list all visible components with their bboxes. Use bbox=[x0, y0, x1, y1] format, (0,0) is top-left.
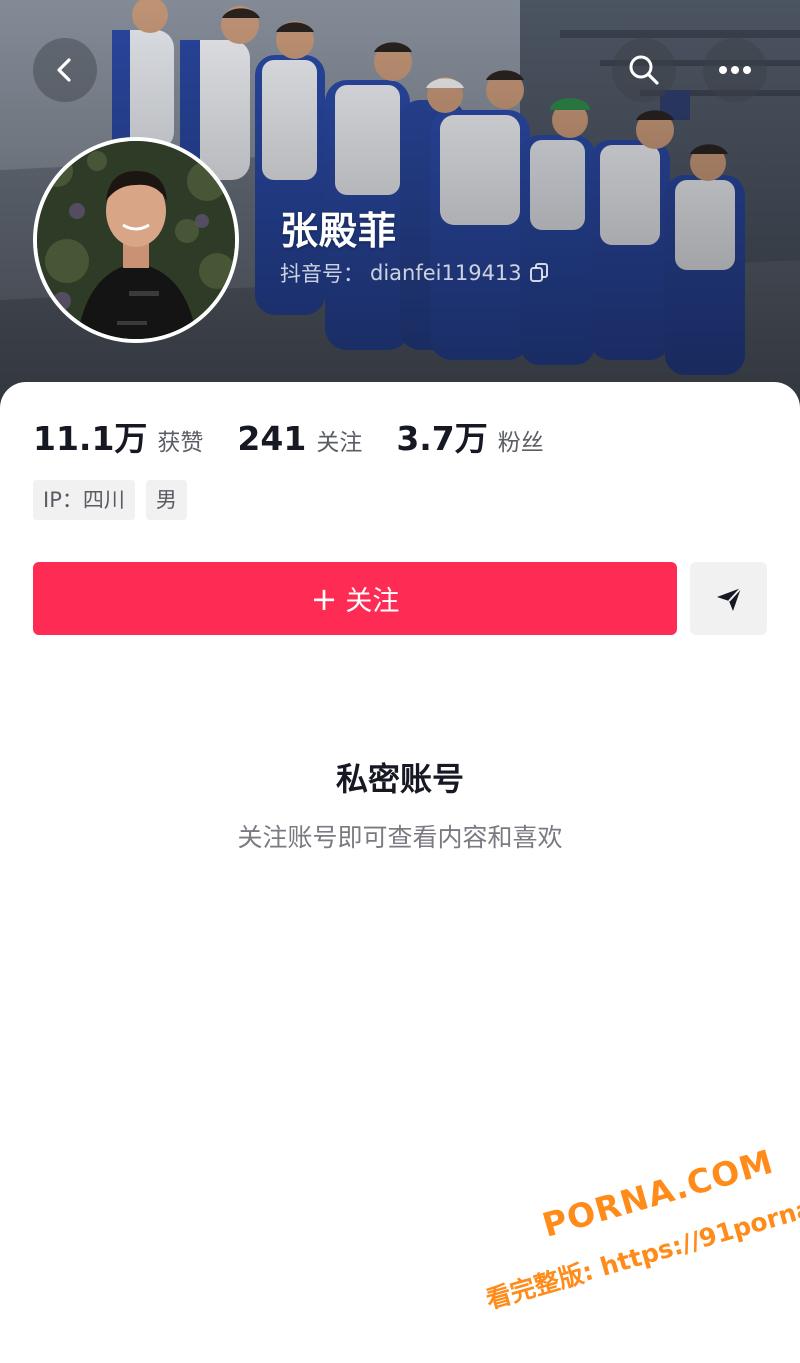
search-button[interactable] bbox=[612, 38, 676, 102]
private-account-subtitle: 关注账号即可查看内容和喜欢 bbox=[237, 823, 563, 852]
stat-label: 粉丝 bbox=[497, 430, 544, 456]
profile-name: 张殿菲 bbox=[280, 209, 398, 253]
stat-followers[interactable]: 3.7万 粉丝 bbox=[396, 412, 543, 460]
plus-icon: + bbox=[310, 579, 338, 618]
douyin-id-label: 抖音号： bbox=[280, 262, 364, 286]
stat-following[interactable]: 241 关注 bbox=[237, 419, 362, 458]
stat-value: 11.1万 bbox=[33, 419, 148, 458]
private-account-title: 私密账号 bbox=[335, 760, 464, 798]
chevron-left-icon bbox=[57, 58, 71, 82]
follow-button-label: 关注 bbox=[345, 586, 400, 617]
avatar-photo bbox=[37, 141, 235, 339]
search-icon bbox=[629, 55, 659, 85]
douyin-id-row: 抖音号： dianfei119413 bbox=[280, 258, 550, 288]
profile-tags: IP：四川 男 bbox=[33, 480, 187, 520]
stat-value: 241 bbox=[237, 419, 307, 458]
more-button[interactable] bbox=[703, 38, 767, 102]
profile-cover: 张殿菲 抖音号： dianfei119413 bbox=[0, 0, 800, 410]
stat-label: 获赞 bbox=[157, 430, 204, 456]
copy-icon[interactable] bbox=[528, 262, 550, 284]
back-button[interactable] bbox=[33, 38, 97, 102]
stat-value: 3.7万 bbox=[396, 419, 488, 458]
share-button[interactable] bbox=[690, 562, 767, 635]
stat-likes: 11.1万 获赞 bbox=[33, 412, 203, 460]
more-horizontal-icon bbox=[719, 66, 751, 74]
douyin-id-value: dianfei119413 bbox=[370, 261, 522, 285]
stat-label: 关注 bbox=[316, 430, 363, 456]
send-icon bbox=[716, 586, 742, 611]
avatar[interactable] bbox=[33, 137, 239, 343]
stats-row: 11.1万 获赞 241 关注 3.7万 粉丝 bbox=[33, 412, 578, 460]
follow-button[interactable]: + 关注 bbox=[33, 562, 677, 635]
ip-location-tag: IP：四川 bbox=[33, 480, 135, 520]
gender-tag: 男 bbox=[145, 480, 187, 520]
